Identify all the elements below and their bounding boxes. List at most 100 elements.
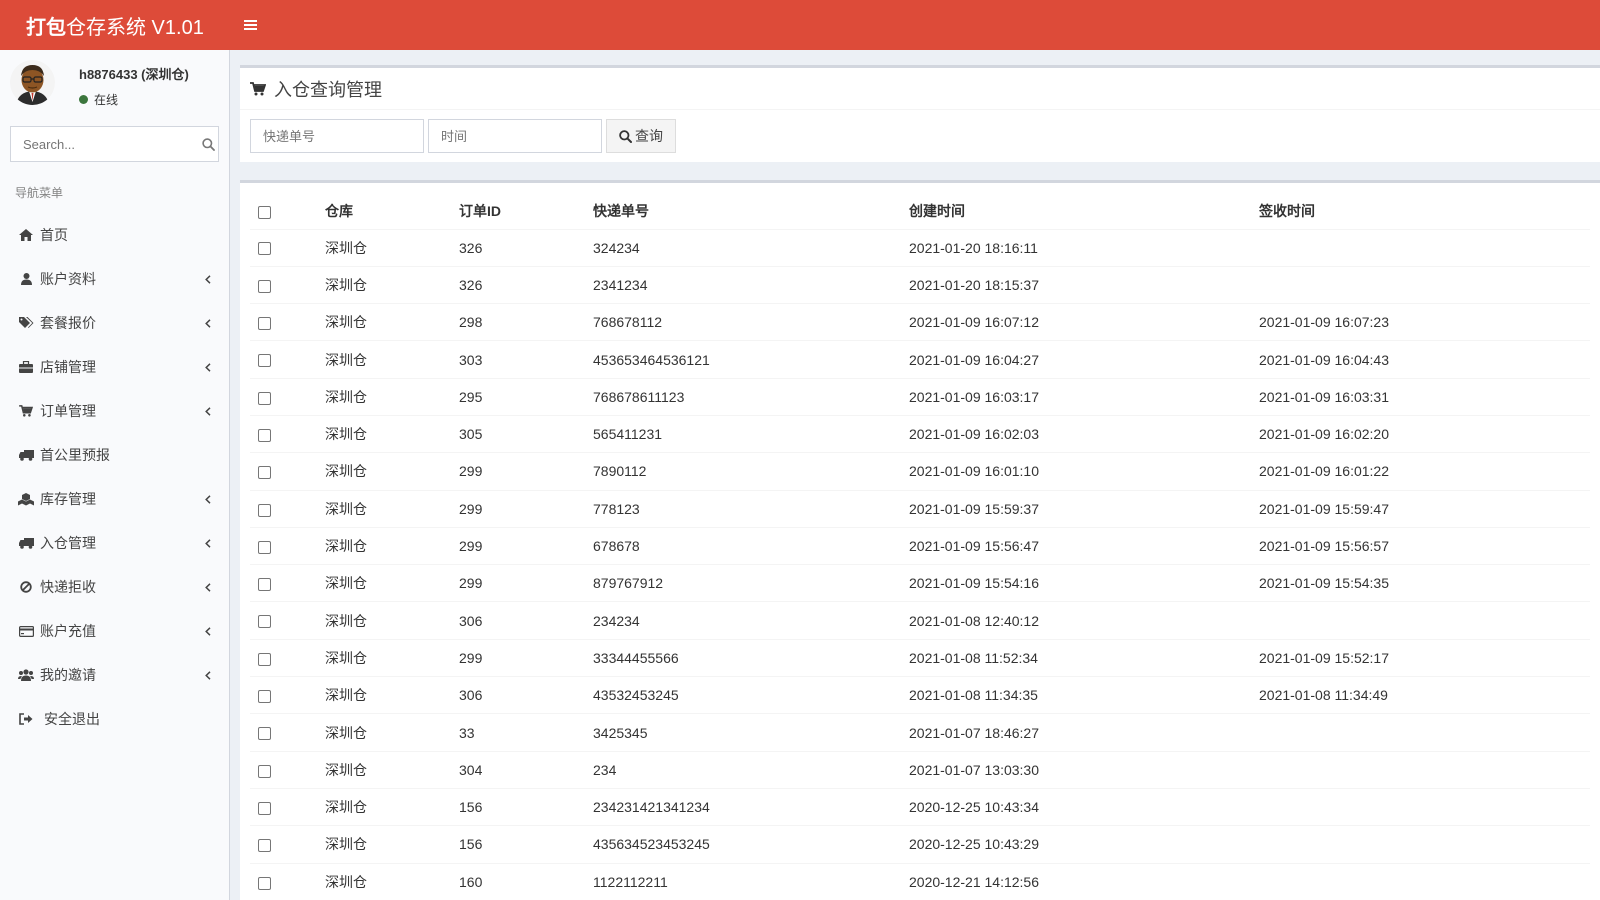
- cell-warehouse: 深圳仓: [325, 340, 459, 379]
- select-all-checkbox[interactable]: [258, 205, 271, 219]
- time-input[interactable]: [428, 119, 602, 153]
- row-checkbox[interactable]: [258, 466, 271, 480]
- row-checkbox[interactable]: [258, 727, 271, 741]
- table-row[interactable]: 深圳仓 299 33344455566 2021-01-08 11:52:34 2021…: [250, 638, 1590, 677]
- cell-warehouse: 深圳仓: [325, 489, 459, 528]
- sidebar-item-11[interactable]: 安全退出: [0, 697, 229, 741]
- table-row[interactable]: 深圳仓 299 7890112 2021-01-09 16:01:10 2021-01-…: [250, 452, 1590, 491]
- cell-warehouse: 深圳仓: [325, 862, 459, 900]
- sidebar-item-7[interactable]: 入仓管理: [0, 521, 229, 565]
- sidebar-item-0[interactable]: 首页: [0, 213, 229, 257]
- sidebar-item-2[interactable]: 套餐报价: [0, 301, 229, 345]
- cell-order-id: 306: [459, 601, 593, 640]
- row-checkbox[interactable]: [258, 615, 271, 629]
- sidebar-search-input[interactable]: [11, 127, 199, 161]
- table-row[interactable]: 深圳仓 306 43532453245 2021-01-08 11:34:35 2021…: [250, 676, 1590, 714]
- cell-order-id: 305: [459, 414, 593, 453]
- cell-tracking-number: 768678611123: [593, 377, 909, 416]
- cell-tracking-number: 3425345: [593, 713, 909, 752]
- sidebar: h8876433 (深圳仓) 在线 导航菜单 首页账户资料套餐报价店铺管理订单管…: [0, 50, 230, 900]
- cell-tracking-number: 2341234: [593, 265, 909, 304]
- sidebar-item-5[interactable]: 首公里预报: [0, 433, 229, 477]
- cell-order-id: 160: [459, 862, 593, 900]
- cell-order-id: 299: [459, 489, 593, 528]
- tracking-number-input[interactable]: [250, 119, 424, 153]
- sidebar-item-label: 店铺管理: [40, 359, 96, 375]
- row-checkbox[interactable]: [258, 764, 271, 778]
- column-header-order-id: 订单ID: [459, 202, 501, 219]
- row-checkbox[interactable]: [258, 690, 271, 703]
- search-icon: [619, 129, 632, 143]
- row-checkbox[interactable]: [258, 801, 271, 815]
- row-checkbox[interactable]: [258, 540, 271, 554]
- table-row[interactable]: 深圳仓 160 1122112211 2020-12-21 14:12:56: [250, 862, 1590, 900]
- cell-signed-time: [1259, 228, 1590, 267]
- filter-bar: 查询: [240, 110, 1600, 162]
- cell-created-time: 2021-01-07 18:46:27: [909, 713, 1259, 752]
- cell-created-time: 2020-12-25 10:43:34: [909, 787, 1259, 826]
- table-row[interactable]: 深圳仓 33 3425345 2021-01-07 18:46:27: [250, 713, 1590, 752]
- cell-order-id: 299: [459, 638, 593, 677]
- row-checkbox[interactable]: [258, 242, 271, 256]
- cell-signed-time: 2021-01-09 16:04:43: [1259, 340, 1590, 379]
- truck-icon: [18, 536, 34, 550]
- online-status-icon: [79, 95, 88, 104]
- sidebar-item-3[interactable]: 店铺管理: [0, 345, 229, 389]
- row-checkbox[interactable]: [258, 391, 271, 405]
- cell-signed-time: [1259, 601, 1590, 640]
- table-row[interactable]: 深圳仓 326 324234 2021-01-20 18:16:11: [250, 228, 1590, 267]
- row-checkbox[interactable]: [258, 876, 271, 890]
- row-checkbox[interactable]: [258, 578, 271, 592]
- cell-created-time: 2021-01-09 16:01:10: [909, 452, 1259, 491]
- cell-warehouse: 深圳仓: [325, 750, 459, 789]
- table-row[interactable]: 深圳仓 306 234234 2021-01-08 12:40:12: [250, 601, 1590, 640]
- column-header-created-time: 创建时间: [909, 202, 965, 219]
- sidebar-item-1[interactable]: 账户资料: [0, 257, 229, 301]
- cell-signed-time: [1259, 787, 1590, 826]
- table-row[interactable]: 深圳仓 304 234 2021-01-07 13:03:30: [250, 750, 1590, 789]
- user-status: 在线: [79, 91, 189, 108]
- app-logo[interactable]: 打包 仓存系统 V1.01: [0, 0, 230, 50]
- cell-tracking-number: 768678112: [593, 303, 909, 341]
- row-checkbox[interactable]: [258, 839, 271, 853]
- table-row[interactable]: 深圳仓 305 565411231 2021-01-09 16:02:03 2021-0…: [250, 414, 1590, 453]
- table-row[interactable]: 深圳仓 299 879767912 2021-01-09 15:54:16 2021-0…: [250, 564, 1590, 602]
- table-row[interactable]: 深圳仓 295 768678611123 2021-01-09 16:03:17 202…: [250, 377, 1590, 416]
- sidebar-item-label: 库存管理: [40, 491, 96, 507]
- row-checkbox[interactable]: [258, 354, 271, 368]
- row-checkbox[interactable]: [258, 428, 271, 442]
- sidebar-item-10[interactable]: 我的邀请: [0, 653, 229, 697]
- sidebar-item-6[interactable]: 库存管理: [0, 477, 229, 521]
- chevron-left-icon: [205, 272, 211, 287]
- query-button[interactable]: 查询: [606, 119, 676, 153]
- truck-icon: [18, 448, 34, 462]
- table-row[interactable]: 深圳仓 156 435634523453245 2020-12-25 10:43:29: [250, 825, 1590, 864]
- cell-created-time: 2021-01-20 18:16:11: [909, 228, 1259, 267]
- row-checkbox[interactable]: [258, 317, 271, 331]
- cell-signed-time: 2021-01-09 15:52:17: [1259, 638, 1590, 677]
- cell-tracking-number: 879767912: [593, 564, 909, 602]
- user-name: h8876433 (深圳仓): [79, 67, 189, 82]
- table-row[interactable]: 深圳仓 298 768678112 2021-01-09 16:07:12 2021-0…: [250, 303, 1590, 341]
- column-header-tracking-number: 快递单号: [593, 202, 649, 219]
- table-row[interactable]: 深圳仓 299 778123 2021-01-09 15:59:37 2021-01-0…: [250, 489, 1590, 528]
- cell-tracking-number: 1122112211: [593, 862, 909, 900]
- sidebar-item-8[interactable]: 快递拒收: [0, 565, 229, 609]
- chevron-left-icon: [205, 536, 211, 551]
- chevron-left-icon: [205, 492, 211, 507]
- cell-created-time: 2021-01-09 16:07:12: [909, 303, 1259, 341]
- table-row[interactable]: 深圳仓 156 234231421341234 2020-12-25 10:43:34: [250, 787, 1590, 826]
- row-checkbox[interactable]: [258, 279, 271, 293]
- table-row[interactable]: 深圳仓 326 2341234 2021-01-20 18:15:37: [250, 265, 1590, 304]
- cell-warehouse: 深圳仓: [325, 414, 459, 453]
- row-checkbox[interactable]: [258, 652, 271, 666]
- sidebar-item-9[interactable]: 账户充值: [0, 609, 229, 653]
- sidebar-toggle-button[interactable]: [230, 0, 270, 50]
- cell-order-id: 33: [459, 713, 593, 752]
- sidebar-item-4[interactable]: 订单管理: [0, 389, 229, 433]
- table-row[interactable]: 深圳仓 303 453653464536121 2021-01-09 16:04:27…: [250, 340, 1590, 379]
- row-checkbox[interactable]: [258, 503, 271, 517]
- search-button[interactable]: [199, 127, 218, 161]
- table-row[interactable]: 深圳仓 299 678678 2021-01-09 15:56:47 2021-01-0…: [250, 526, 1590, 565]
- column-header-warehouse: 仓库: [325, 202, 353, 219]
